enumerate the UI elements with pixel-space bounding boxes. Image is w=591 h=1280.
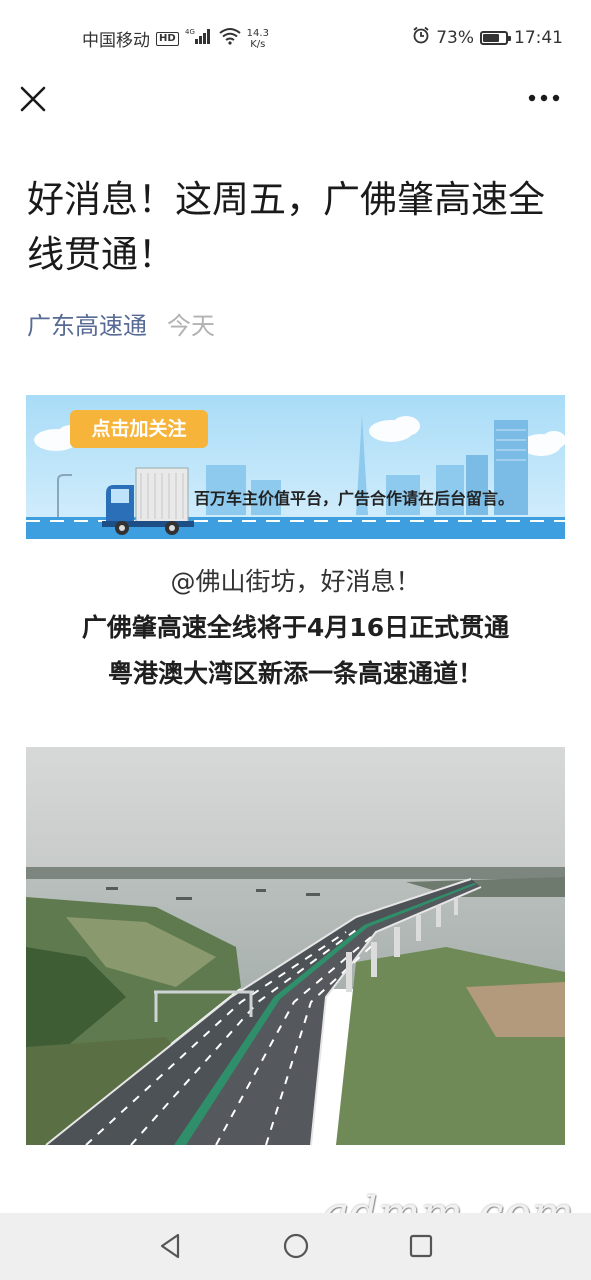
speed-unit: K/s [250,38,266,50]
article-title: 好消息！这周五，广佛肇高速全线贯通！ [27,178,545,276]
article-meta: 广东高速通 今天 [27,306,215,341]
battery-percent: 73% [436,27,474,48]
lead-line-1: @佛山街坊，好消息！ [170,567,421,596]
follow-button[interactable]: 点击加关注 [70,410,208,448]
highway-bridge-photo[interactable] [26,747,565,1145]
hd-badge: HD [156,31,179,46]
close-button[interactable] [16,82,50,116]
follow-banner[interactable]: 点击加关注 百万车主价值平台，广告合作请在后台留言。 [26,395,565,539]
battery-icon [480,30,511,45]
speed-value: 14.3 [246,27,269,39]
account-name-link[interactable]: 广东高速通 [27,306,147,341]
back-icon [160,1233,180,1259]
signal-icon: 4G [185,27,213,50]
alarm-icon [412,26,430,49]
recent-apps-icon [409,1234,433,1258]
lead-line-3: 粤港澳大湾区新添一条高速通道！ [107,659,483,688]
close-icon [20,86,46,112]
publish-date: 今天 [167,312,215,340]
network-type: 4G [185,28,195,36]
home-icon [283,1233,309,1259]
system-nav-bar [0,1213,591,1280]
carrier-name: 中国移动 [82,31,150,51]
more-icon [528,94,560,102]
clock: 17:41 [514,27,563,48]
bridge-image [26,747,565,1145]
status-left: 中国移动 HD 4G 14.3 K/s [82,26,269,52]
network-speed: 14.3 K/s [247,28,269,50]
recent-apps-button[interactable] [404,1227,438,1265]
back-button[interactable] [154,1227,188,1265]
status-right: 73% 17:41 [412,26,563,49]
truck-illustration [102,467,194,535]
wifi-icon [219,27,241,50]
more-button[interactable] [524,86,564,110]
banner-slogan: 百万车主价值平台，广告合作请在后台留言。 [194,489,515,508]
home-button[interactable] [279,1227,313,1265]
status-bar: 中国移动 HD 4G 14.3 K/s 73% 17:41 [0,0,591,74]
lead-line-2: 广佛肇高速全线将于4月16日正式贯通 [81,613,510,642]
